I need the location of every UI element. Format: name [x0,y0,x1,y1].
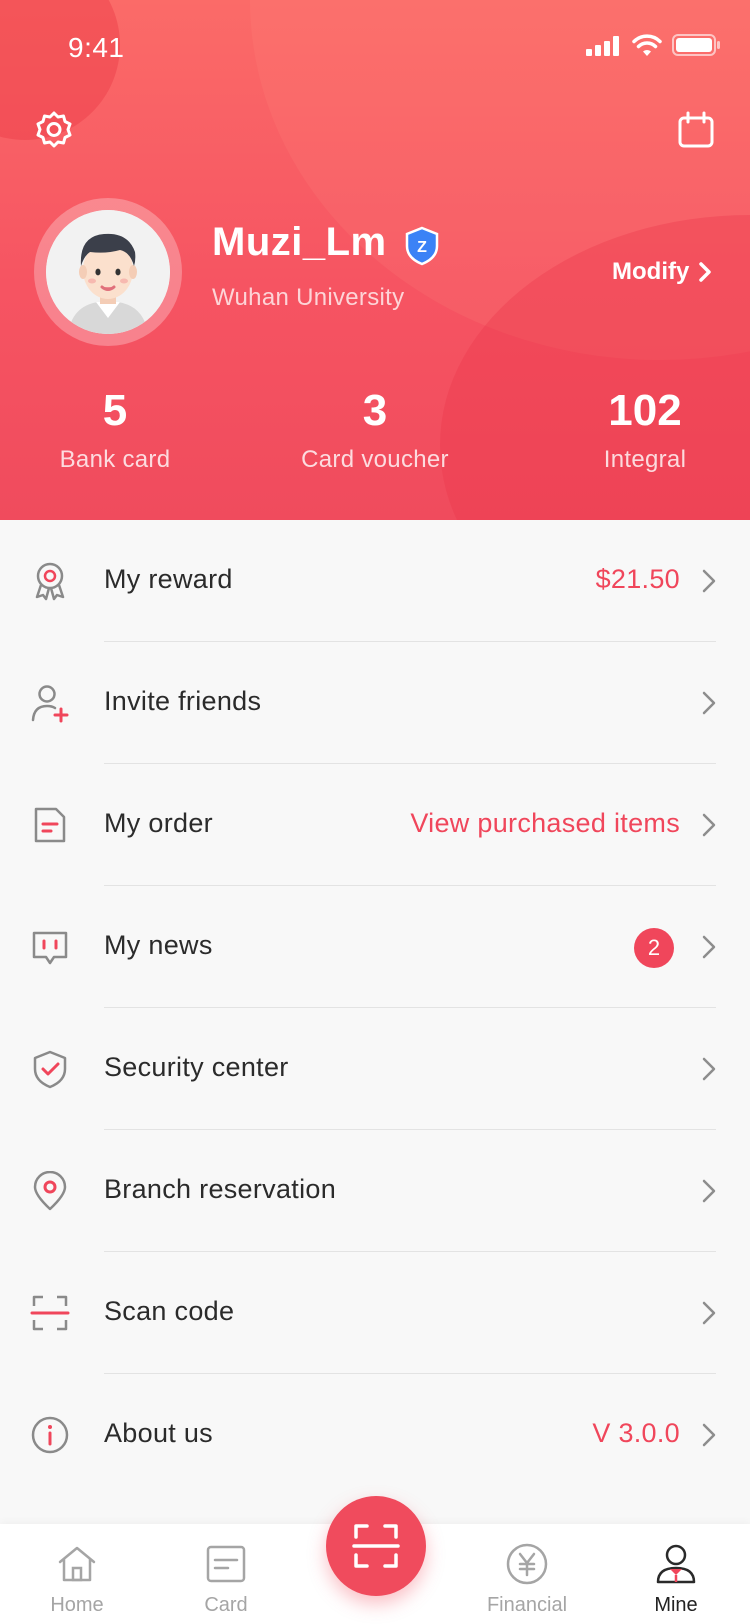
tab-label: Financial [486,1594,568,1616]
reward-medal-icon [35,562,65,601]
tab-label: Home [50,1594,104,1616]
home-icon [58,1546,96,1582]
tab-label: Mine [654,1594,698,1616]
chevron-right-icon [702,1423,716,1447]
verified-badge-icon: Z [404,226,440,266]
stat-label: Card voucher [301,446,449,473]
message-icon [32,931,68,965]
chevron-right-icon [702,1179,716,1203]
menu-item-security-center[interactable]: Security center [0,1008,750,1130]
menu-item-invite-friends[interactable]: Invite friends [0,642,750,764]
stat-label: Integral [603,446,687,473]
tab-mine[interactable]: Mine [616,1524,736,1624]
calendar-icon[interactable] [676,110,716,150]
menu-item-my-order[interactable]: My order View purchased items [0,764,750,886]
unread-count-badge: 2 [634,928,674,968]
scan-icon [352,1524,400,1568]
settings-gear-icon[interactable] [34,110,74,150]
stat-value: 3 [362,386,388,435]
menu-label: My news [104,930,213,960]
status-time: 9:41 [68,32,125,63]
chevron-right-icon [702,569,716,593]
menu-label: My reward [104,564,233,594]
tab-home[interactable]: Home [17,1524,137,1624]
location-pin-icon [33,1171,67,1211]
stat-card-voucher[interactable]: 3 Card voucher [290,386,460,474]
order-document-icon [34,807,66,843]
tab-card[interactable]: Card [166,1524,286,1624]
card-icon [206,1545,246,1583]
menu-item-my-reward[interactable]: My reward $21.50 [0,520,750,642]
menu-label: Security center [104,1052,289,1082]
tab-financial[interactable]: Financial [467,1524,587,1624]
stat-value: 5 [102,386,128,435]
chevron-right-icon [702,935,716,959]
modify-profile-button[interactable]: Modify [612,258,712,286]
stat-value: 102 [608,386,682,435]
username: Muzi_Lm [212,220,387,264]
menu-label: Invite friends [104,686,262,716]
menu-item-my-news[interactable]: My news 2 [0,886,750,1008]
modify-label: Modify [612,258,690,285]
tab-label: Card [204,1594,248,1616]
info-icon [31,1416,69,1454]
cellular-signal-icon [586,36,622,56]
menu-label: About us [104,1418,213,1448]
menu-value: V 3.0.0 [592,1418,680,1448]
avatar-ring[interactable] [34,198,182,346]
chevron-right-icon [702,1057,716,1081]
menu-list: My reward $21.50 Invite friends My order… [0,520,750,1496]
stat-integral[interactable]: 102 Integral [580,386,710,474]
menu-label: My order [104,808,213,838]
chevron-right-icon [702,1301,716,1325]
menu-value: View purchased items [410,808,680,838]
wifi-icon [632,34,662,56]
menu-item-scan-code[interactable]: Scan code [0,1252,750,1374]
menu-label: Scan code [104,1296,235,1326]
invite-user-icon [31,685,69,723]
avatar[interactable] [46,210,170,334]
school-name: Wuhan University [212,284,405,311]
shield-check-icon [33,1050,67,1089]
status-bar: 9:41 [0,0,750,90]
menu-label: Branch reservation [104,1174,337,1204]
menu-item-branch-reservation[interactable]: Branch reservation [0,1130,750,1252]
scan-icon [30,1295,70,1331]
person-icon [656,1544,696,1584]
avatar-illustration [46,210,170,334]
menu-item-about-us[interactable]: About us V 3.0.0 [0,1374,750,1496]
battery-icon [672,34,720,56]
scan-fab-button[interactable] [326,1496,426,1596]
stat-label: Bank card [59,446,171,473]
chevron-right-icon [702,691,716,715]
profile-header: 9:41 Muzi_Lm Z Wuhan University Modify 5… [0,0,750,520]
stat-bank-card[interactable]: 5 Bank card [40,386,190,474]
verified-badge-letter: Z [417,239,427,256]
chevron-right-icon [699,262,712,282]
chevron-right-icon [702,813,716,837]
menu-value: $21.50 [595,564,680,594]
yen-coin-icon [506,1543,548,1585]
